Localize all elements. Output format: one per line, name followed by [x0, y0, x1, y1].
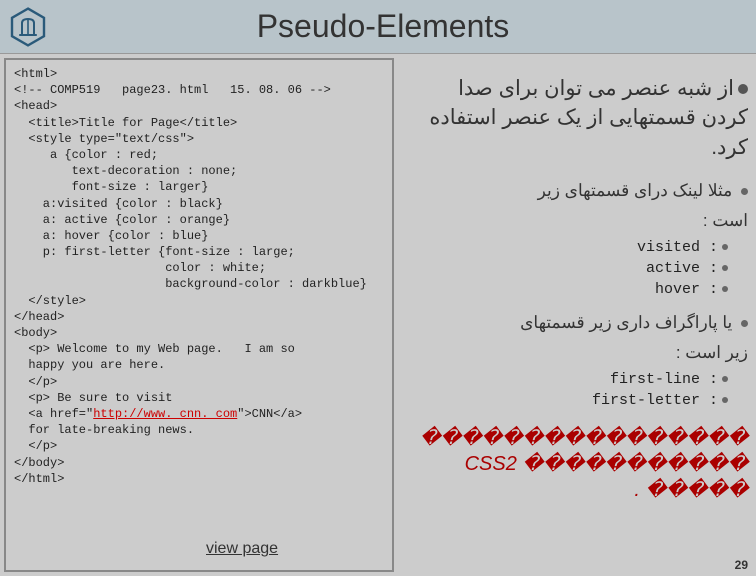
- code-line: <a href="http://www. cnn. com">CNN</a>: [14, 406, 384, 422]
- bullet-icon: [738, 84, 748, 94]
- explanation-panel: از شبه عنصر می توان برای صدا کردن قسمتها…: [398, 54, 756, 576]
- code-line: </html>: [14, 471, 384, 487]
- sub-bullet-cont: زیر است :: [406, 340, 748, 366]
- bullet-icon: [741, 188, 748, 195]
- bullet-icon: [722, 286, 728, 292]
- bullet-icon: [722, 397, 728, 403]
- main-bullet: از شبه عنصر می توان برای صدا کردن قسمتها…: [406, 74, 748, 162]
- sub-bullet: مثلا لینک درای قسمتهای زیر: [406, 178, 748, 204]
- page-number: 29: [735, 558, 748, 572]
- code-bullet: : first-line: [406, 369, 748, 390]
- code-line: </body>: [14, 455, 384, 471]
- code-line: a: active {color : orange}: [14, 212, 384, 228]
- code-line: <p> Welcome to my Web page. I am so: [14, 341, 384, 357]
- code-line: text-decoration : none;: [14, 163, 384, 179]
- code-bullet: : visited: [406, 237, 748, 258]
- code-bullet: : hover: [406, 279, 748, 300]
- code-line: color : white;: [14, 260, 384, 276]
- code-line: </p>: [14, 438, 384, 454]
- code-line: <title>Title for Page</title>: [14, 115, 384, 131]
- slide-header: Pseudo-Elements: [0, 0, 756, 54]
- code-line: happy you are here.: [14, 357, 384, 373]
- code-line: font-size : larger}: [14, 179, 384, 195]
- slide-title: Pseudo-Elements: [50, 8, 756, 45]
- code-line: a: hover {color : blue}: [14, 228, 384, 244]
- code-line: <html>: [14, 66, 384, 82]
- code-line: background-color : darkblue}: [14, 276, 384, 292]
- note-text: ���������������� ����������� CSS2 ����� …: [406, 425, 748, 503]
- code-line: <body>: [14, 325, 384, 341]
- code-line: </style>: [14, 293, 384, 309]
- code-line: <head>: [14, 98, 384, 114]
- sub-bullet: یا پاراگراف داری زیر قسمتهای: [406, 310, 748, 336]
- code-example: <html> <!-- COMP519 page23. html 15. 08.…: [4, 58, 394, 572]
- code-line: <!-- COMP519 page23. html 15. 08. 06 -->: [14, 82, 384, 98]
- code-line: </p>: [14, 374, 384, 390]
- code-line: for late-breaking news.: [14, 422, 384, 438]
- bullet-icon: [741, 320, 748, 327]
- sub-bullet-cont: است :: [406, 208, 748, 234]
- view-page-link[interactable]: view page: [206, 538, 278, 560]
- code-line: <p> Be sure to visit: [14, 390, 384, 406]
- bullet-icon: [722, 244, 728, 250]
- code-line: p: first-letter {font-size : large;: [14, 244, 384, 260]
- url-link[interactable]: http://www. cnn. com: [93, 407, 237, 421]
- code-bullet: : active: [406, 258, 748, 279]
- bullet-icon: [722, 265, 728, 271]
- code-line: <style type="text/css">: [14, 131, 384, 147]
- code-line: a:visited {color : black}: [14, 196, 384, 212]
- code-bullet: : first-letter: [406, 390, 748, 411]
- university-logo: [6, 5, 50, 49]
- code-line: </head>: [14, 309, 384, 325]
- code-line: a {color : red;: [14, 147, 384, 163]
- bullet-icon: [722, 376, 728, 382]
- slide-content: <html> <!-- COMP519 page23. html 15. 08.…: [0, 54, 756, 576]
